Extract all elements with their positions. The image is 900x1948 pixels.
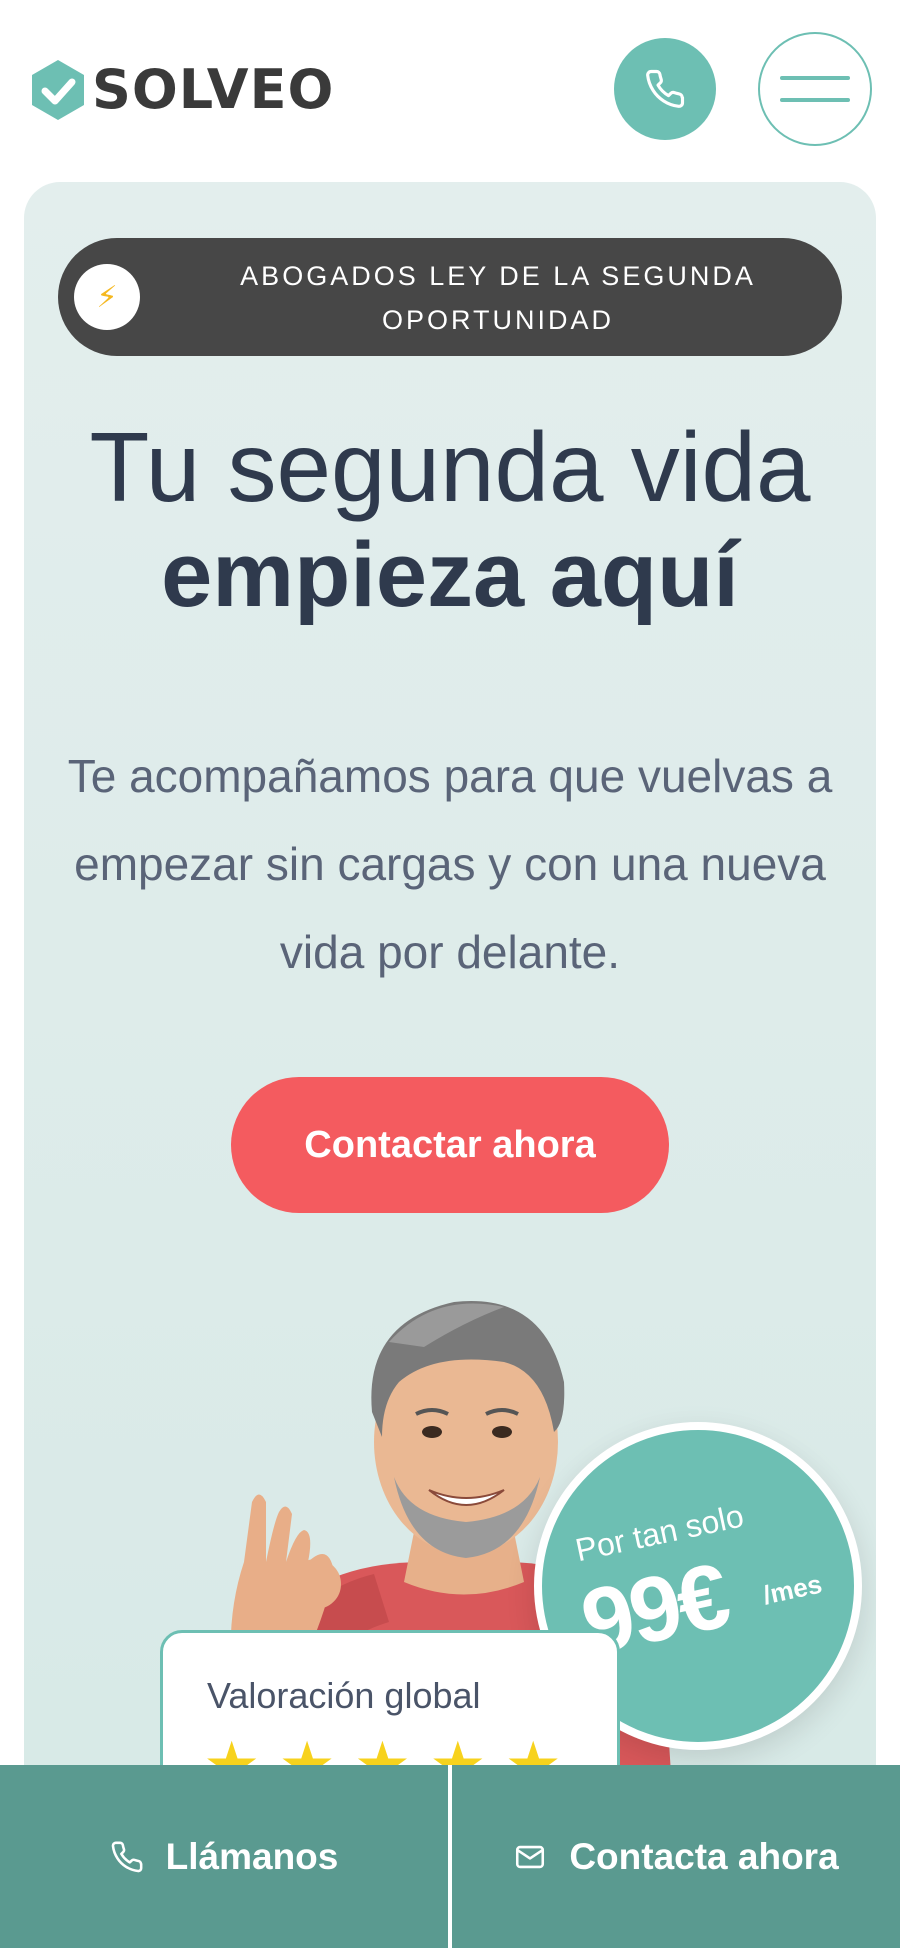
- logo-text: SOLVEO: [92, 58, 335, 121]
- contact-now-bar-label: Contacta ahora: [569, 1835, 839, 1877]
- contact-now-bar-button[interactable]: Contacta ahora: [452, 1765, 900, 1948]
- phone-icon: [111, 1841, 143, 1872]
- contact-now-button[interactable]: Contactar ahora: [231, 1077, 669, 1213]
- lightning-icon: ⚡: [74, 264, 140, 330]
- hero-title-line1: Tu segunda vida: [89, 412, 811, 522]
- call-us-button[interactable]: Llámanos: [0, 1765, 449, 1948]
- mail-icon: [516, 1845, 545, 1868]
- badge-text: ABOGADOS LEY DE LA SEGUNDA OPORTUNIDAD: [240, 261, 756, 335]
- hero-section: ⚡ ABOGADOS LEY DE LA SEGUNDA OPORTUNIDAD…: [24, 182, 876, 1948]
- call-button[interactable]: [614, 38, 716, 140]
- price-suffix: /mes: [760, 1568, 825, 1611]
- logo[interactable]: SOLVEO: [30, 58, 334, 122]
- phone-icon: [646, 69, 685, 108]
- logo-hexagon-check-icon: [32, 60, 84, 120]
- hero-badge: ⚡ ABOGADOS LEY DE LA SEGUNDA OPORTUNIDAD: [58, 238, 842, 356]
- sticky-bottom-bar: Llámanos Contacta ahora: [0, 1765, 900, 1948]
- rating-title: Valoración global: [207, 1675, 481, 1716]
- menu-button[interactable]: [758, 32, 872, 146]
- hero-title-line2: empieza aquí: [161, 524, 739, 626]
- hamburger-icon-line: [780, 98, 850, 102]
- site-header: SOLVEO: [0, 0, 900, 180]
- hero-subtitle: Te acompañamos para que vuelvas a empeza…: [67, 750, 833, 978]
- hamburger-icon-line: [780, 76, 850, 80]
- call-us-label: Llámanos: [165, 1835, 339, 1877]
